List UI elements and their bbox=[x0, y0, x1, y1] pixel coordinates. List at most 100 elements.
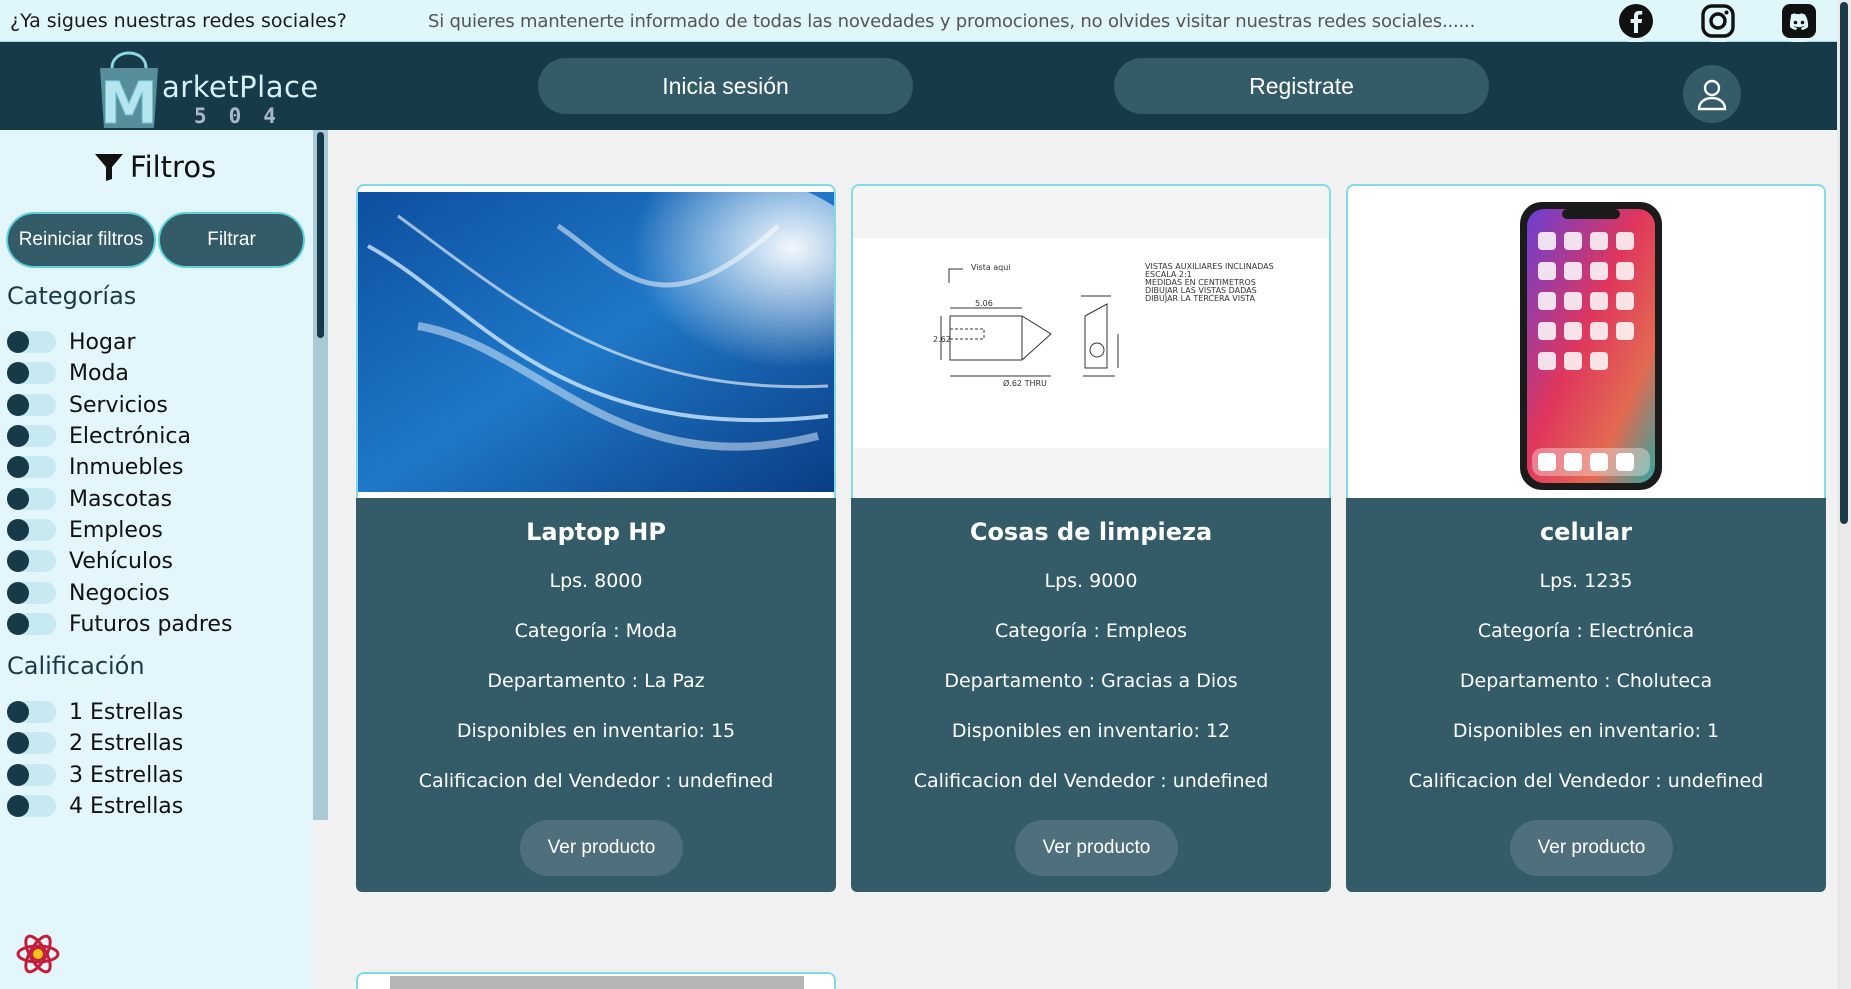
category-label: Hogar bbox=[69, 329, 136, 355]
product-category: Categoría : Moda bbox=[514, 620, 678, 642]
rating-toggle[interactable]: 4 Estrellas bbox=[7, 791, 183, 821]
view-product-button[interactable]: Ver producto bbox=[1510, 820, 1673, 876]
page-scroll-thumb[interactable] bbox=[1840, 2, 1848, 524]
product-card: Laptop HP Lps. 8000 Categoría : Moda Dep… bbox=[356, 184, 836, 892]
seller-rating: Calificacion del Vendedor : undefined bbox=[1408, 770, 1764, 792]
product-stock: Disponibles en inventario: 15 bbox=[456, 720, 736, 742]
rating-label: 4 Estrellas bbox=[69, 793, 184, 819]
social-banner: ¿Ya sigues nuestras redes sociales? Si q… bbox=[0, 0, 1837, 43]
toggle-switch[interactable] bbox=[7, 701, 56, 723]
product-stock: Disponibles en inventario: 1 bbox=[1452, 720, 1720, 742]
product-card: celular Lps. 1235 Categoría : Electrónic… bbox=[1346, 184, 1826, 892]
product-stock: Disponibles en inventario: 12 bbox=[951, 720, 1231, 742]
instagram-icon bbox=[1696, 0, 1740, 43]
product-name: Cosas de limpieza bbox=[969, 518, 1213, 546]
product-image[interactable] bbox=[390, 976, 804, 989]
product-name: Laptop HP bbox=[526, 518, 666, 546]
funnel-icon bbox=[95, 154, 123, 181]
category-toggle[interactable]: Futuros padres bbox=[7, 609, 232, 639]
product-price: Lps. 8000 bbox=[549, 570, 643, 592]
category-toggle[interactable]: Mascotas bbox=[7, 484, 172, 514]
filters-heading: Filtros bbox=[94, 150, 216, 184]
svg-text:M: M bbox=[100, 69, 158, 130]
main-header: M arketPlace 504 Inicia sesión Registrat… bbox=[0, 42, 1837, 130]
svg-text:2.62: 2.62 bbox=[933, 335, 951, 344]
product-card-partial bbox=[356, 972, 836, 989]
product-category: Categoría : Electrónica bbox=[1477, 620, 1695, 642]
facebook-link[interactable] bbox=[1600, 0, 1672, 43]
rating-title: Calificación bbox=[7, 652, 145, 680]
logo-number: 504 bbox=[194, 104, 298, 128]
login-button[interactable]: Inicia sesión bbox=[538, 58, 913, 114]
toggle-switch[interactable] bbox=[7, 394, 56, 416]
view-product-button[interactable]: Ver producto bbox=[1015, 820, 1178, 876]
product-image[interactable] bbox=[1346, 184, 1826, 498]
category-label: Inmuebles bbox=[69, 454, 184, 480]
category-toggle[interactable]: Vehículos bbox=[7, 546, 173, 576]
product-department: Departamento : Choluteca bbox=[1459, 670, 1713, 692]
category-toggle[interactable]: Electrónica bbox=[7, 421, 191, 451]
apply-filters-button[interactable]: Filtrar bbox=[158, 212, 305, 268]
toggle-switch[interactable] bbox=[7, 488, 56, 510]
category-label: Mascotas bbox=[69, 486, 173, 512]
shopping-bag-icon: M bbox=[100, 51, 158, 130]
category-toggle[interactable]: Moda bbox=[7, 358, 129, 388]
seller-rating: Calificacion del Vendedor : undefined bbox=[913, 770, 1269, 792]
svg-text:DIBUJAR LA TERCERA VISTA: DIBUJAR LA TERCERA VISTA bbox=[1145, 294, 1255, 303]
product-department: Departamento : La Paz bbox=[487, 670, 705, 692]
category-label: Moda bbox=[69, 360, 129, 386]
product-card: Vista aqui 5.06 2.62 Ø.62 THRU VISTAS AU… bbox=[851, 184, 1331, 892]
view-product-button[interactable]: Ver producto bbox=[520, 820, 683, 876]
category-toggle[interactable]: Hogar bbox=[7, 327, 136, 357]
page-scrollbar[interactable] bbox=[1837, 0, 1851, 989]
reset-filters-button[interactable]: Reiniciar filtros bbox=[6, 212, 156, 268]
product-info: Cosas de limpieza Lps. 9000 Categoría : … bbox=[851, 498, 1331, 892]
sidebar-scroll-thumb[interactable] bbox=[317, 132, 324, 338]
svg-text:Ø.62 THRU: Ø.62 THRU bbox=[1003, 378, 1047, 388]
toggle-switch[interactable] bbox=[7, 519, 56, 541]
toggle-switch[interactable] bbox=[7, 613, 56, 635]
category-toggle[interactable]: Empleos bbox=[7, 515, 163, 545]
rating-toggle[interactable]: 1 Estrellas bbox=[7, 697, 183, 727]
sidebar-scrollbar[interactable] bbox=[313, 130, 328, 820]
facebook-icon bbox=[1614, 0, 1658, 43]
category-toggle[interactable]: Inmuebles bbox=[7, 452, 183, 482]
toggle-switch[interactable] bbox=[7, 764, 56, 786]
register-button[interactable]: Registrate bbox=[1114, 58, 1489, 114]
category-label: Negocios bbox=[69, 580, 170, 606]
rating-label: 3 Estrellas bbox=[69, 762, 184, 788]
toggle-switch[interactable] bbox=[7, 456, 56, 478]
categories-title: Categorías bbox=[7, 282, 137, 310]
category-toggle[interactable]: Servicios bbox=[7, 390, 168, 420]
rating-label: 2 Estrellas bbox=[69, 730, 184, 756]
profile-button[interactable] bbox=[1683, 65, 1741, 123]
toggle-switch[interactable] bbox=[7, 582, 56, 604]
toggle-switch[interactable] bbox=[7, 331, 56, 353]
category-label: Futuros padres bbox=[69, 611, 233, 637]
category-label: Servicios bbox=[69, 392, 168, 418]
rating-toggle[interactable]: 3 Estrellas bbox=[7, 760, 183, 790]
toggle-switch[interactable] bbox=[7, 795, 56, 817]
rating-toggle[interactable]: 2 Estrellas bbox=[7, 728, 183, 758]
filters-title: Filtros bbox=[130, 150, 217, 184]
toggle-switch[interactable] bbox=[7, 732, 56, 754]
marketplace-logo[interactable]: M arketPlace 504 bbox=[96, 42, 346, 130]
category-label: Electrónica bbox=[69, 423, 191, 449]
instagram-link[interactable] bbox=[1682, 0, 1754, 43]
toggle-switch[interactable] bbox=[7, 550, 56, 572]
social-question: ¿Ya sigues nuestras redes sociales? bbox=[10, 10, 347, 32]
product-price: Lps. 1235 bbox=[1539, 570, 1633, 592]
category-toggle[interactable]: Negocios bbox=[7, 578, 170, 608]
products-grid: Laptop HP Lps. 8000 Categoría : Moda Dep… bbox=[328, 130, 1837, 989]
category-label: Empleos bbox=[69, 517, 163, 543]
product-image[interactable] bbox=[356, 184, 836, 498]
product-image[interactable]: Vista aqui 5.06 2.62 Ø.62 THRU VISTAS AU… bbox=[851, 184, 1331, 498]
react-devtools-icon[interactable] bbox=[13, 929, 63, 983]
product-name: celular bbox=[1539, 518, 1633, 546]
discord-link[interactable] bbox=[1763, 0, 1835, 43]
toggle-switch[interactable] bbox=[7, 425, 56, 447]
product-info: celular Lps. 1235 Categoría : Electrónic… bbox=[1346, 498, 1826, 892]
user-icon bbox=[1697, 79, 1727, 111]
toggle-switch[interactable] bbox=[7, 362, 56, 384]
rating-label: 1 Estrellas bbox=[69, 699, 184, 725]
